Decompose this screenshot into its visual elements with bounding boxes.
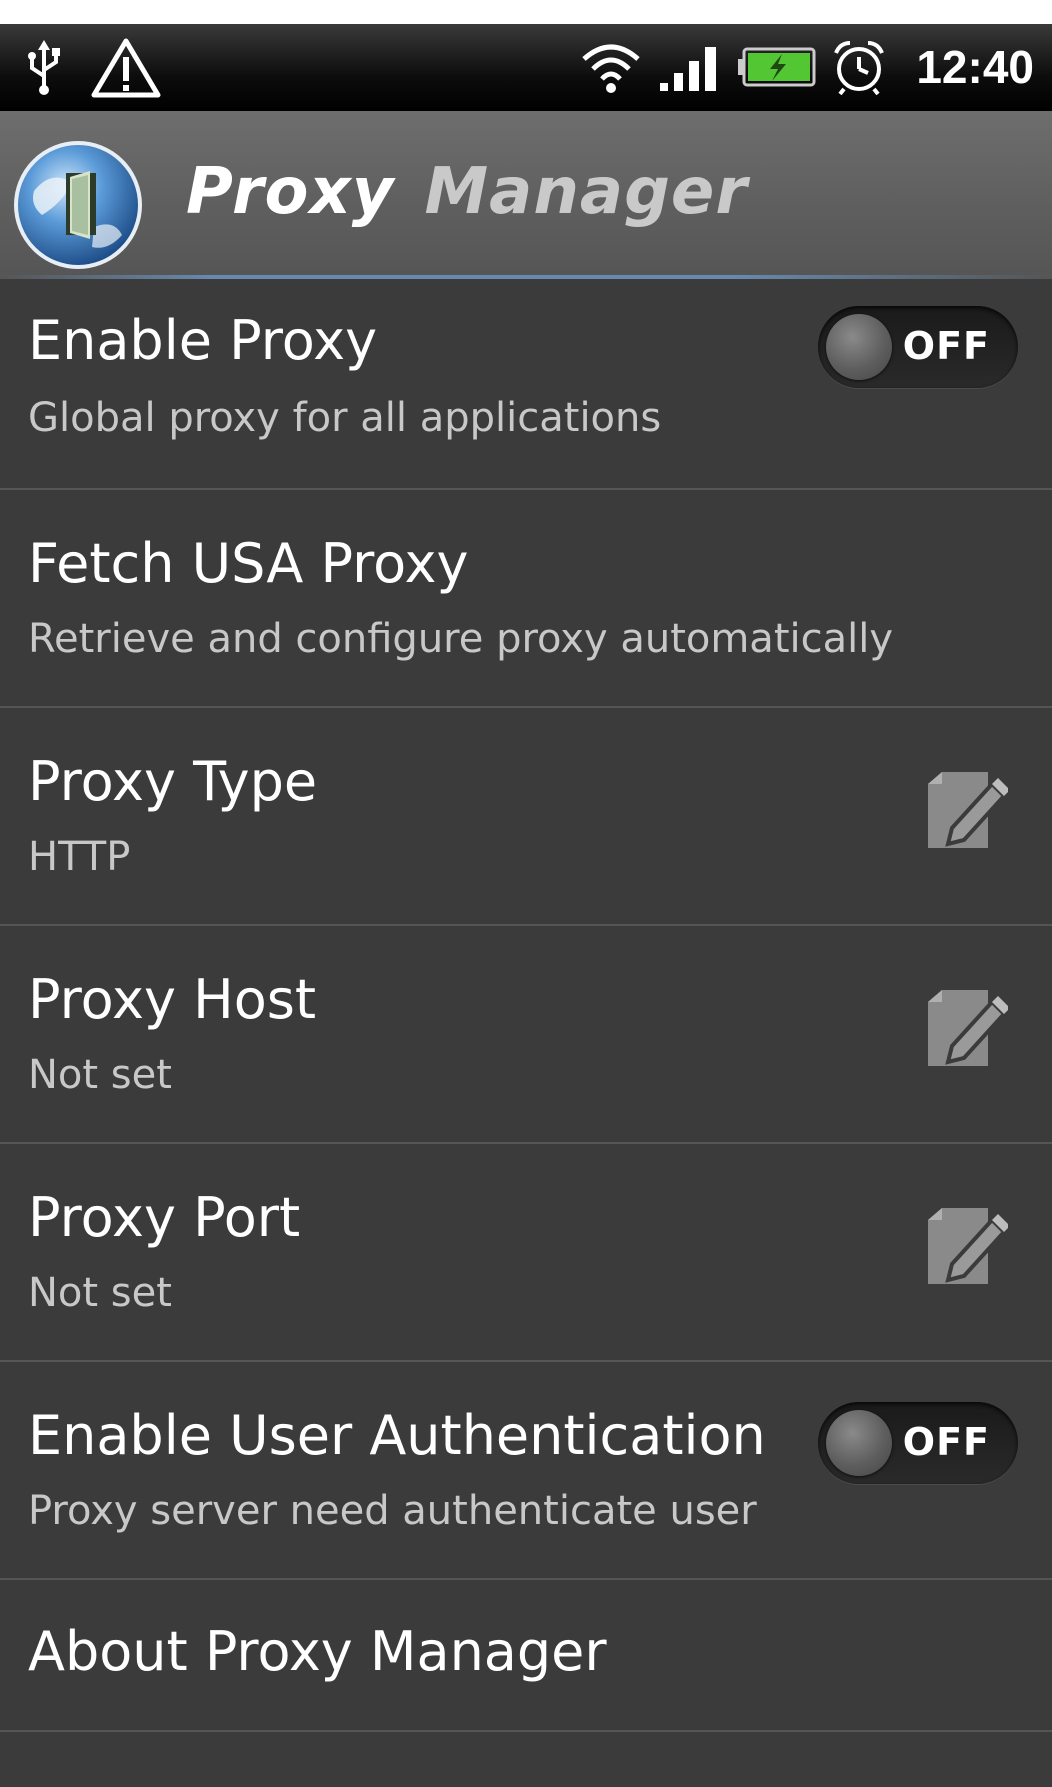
setting-about-proxy-manager[interactable]: About Proxy Manager bbox=[0, 1580, 1052, 1732]
toggle-state-label: OFF bbox=[902, 1420, 990, 1464]
usb-icon bbox=[28, 40, 60, 95]
setting-title: About Proxy Manager bbox=[28, 1620, 607, 1683]
settings-list: Enable Proxy Global proxy for all applic… bbox=[0, 279, 1052, 1732]
proxy-manager-logo-icon bbox=[14, 141, 142, 269]
wifi-icon bbox=[582, 44, 641, 93]
setting-proxy-host[interactable]: Proxy Host Not set bbox=[0, 926, 1052, 1144]
system-icons: 12:40 bbox=[580, 36, 1034, 98]
toggle-state-label: OFF bbox=[902, 324, 990, 368]
toggle-knob bbox=[826, 314, 892, 380]
setting-summary: Global proxy for all applications bbox=[28, 395, 662, 441]
battery-charging-icon bbox=[738, 47, 816, 87]
app-title-word-manager: Manager bbox=[424, 155, 748, 229]
setting-summary: HTTP bbox=[28, 834, 131, 880]
setting-fetch-usa-proxy[interactable]: Fetch USA Proxy Retrieve and configure p… bbox=[0, 490, 1052, 708]
enable-user-auth-toggle[interactable]: OFF bbox=[818, 1402, 1018, 1484]
status-bar: 12:40 bbox=[0, 24, 1052, 111]
setting-summary: Proxy server need authenticate user bbox=[28, 1488, 757, 1534]
edit-icon[interactable] bbox=[922, 1206, 1008, 1286]
edit-icon[interactable] bbox=[922, 988, 1008, 1068]
setting-enable-user-authentication[interactable]: Enable User Authentication Proxy server … bbox=[0, 1362, 1052, 1580]
setting-title: Proxy Host bbox=[28, 968, 317, 1031]
status-time: 12:40 bbox=[916, 41, 1034, 93]
warning-icon bbox=[91, 38, 161, 98]
setting-title: Proxy Type bbox=[28, 750, 318, 813]
setting-summary: Retrieve and configure proxy automatical… bbox=[28, 616, 894, 662]
setting-title: Fetch USA Proxy bbox=[28, 532, 469, 595]
app-title-word-proxy: Proxy bbox=[186, 155, 395, 229]
app-title: Proxy Manager bbox=[186, 155, 748, 229]
toggle-knob bbox=[826, 1410, 892, 1476]
edit-icon[interactable] bbox=[922, 770, 1008, 850]
phone-screen: 12:40 Proxy Manager Enable Proxy Global … bbox=[0, 24, 1052, 1787]
enable-proxy-toggle[interactable]: OFF bbox=[818, 306, 1018, 388]
notification-icons bbox=[24, 38, 162, 98]
setting-title: Enable User Authentication bbox=[28, 1404, 766, 1467]
setting-title: Enable Proxy bbox=[28, 309, 378, 372]
signal-icon bbox=[660, 47, 717, 91]
setting-summary: Not set bbox=[28, 1270, 172, 1316]
alarm-icon bbox=[834, 41, 885, 95]
setting-proxy-port[interactable]: Proxy Port Not set bbox=[0, 1144, 1052, 1362]
setting-enable-proxy[interactable]: Enable Proxy Global proxy for all applic… bbox=[0, 279, 1052, 490]
setting-title: Proxy Port bbox=[28, 1186, 301, 1249]
app-title-bar: Proxy Manager bbox=[0, 111, 1052, 279]
setting-proxy-type[interactable]: Proxy Type HTTP bbox=[0, 708, 1052, 926]
setting-summary: Not set bbox=[28, 1052, 172, 1098]
